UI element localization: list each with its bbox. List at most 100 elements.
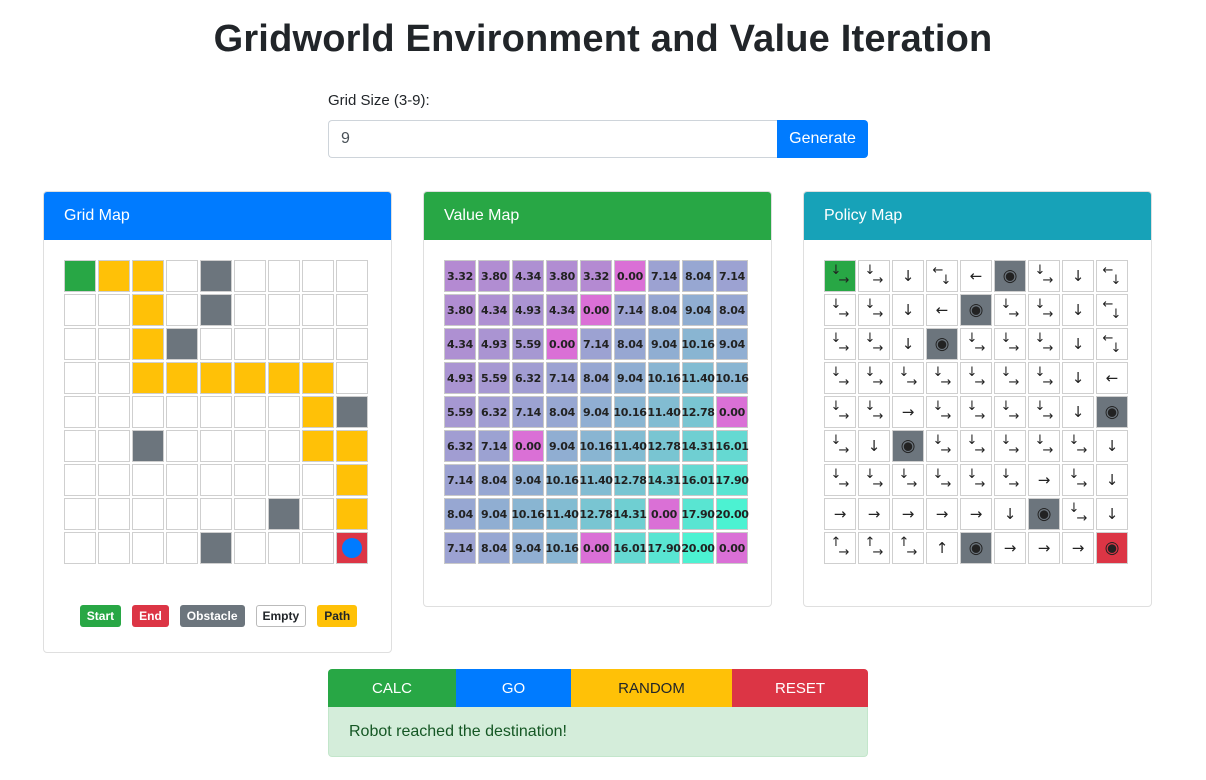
empty-cell[interactable] [302, 260, 334, 292]
obstacle-cell[interactable] [166, 328, 198, 360]
empty-cell[interactable] [336, 328, 368, 360]
empty-cell[interactable] [336, 294, 368, 326]
start-cell[interactable] [64, 260, 96, 292]
empty-cell[interactable] [234, 294, 266, 326]
empty-cell[interactable] [64, 328, 96, 360]
empty-cell[interactable] [200, 430, 232, 462]
empty-cell[interactable] [64, 532, 96, 564]
empty-cell[interactable] [200, 464, 232, 496]
empty-cell[interactable] [268, 396, 300, 428]
obstacle-cell[interactable] [200, 260, 232, 292]
empty-cell[interactable] [302, 328, 334, 360]
grid-size-label: Grid Size (3-9): [328, 92, 430, 109]
empty-cell[interactable] [98, 396, 130, 428]
end-cell[interactable] [336, 532, 368, 564]
path-cell[interactable] [302, 362, 334, 394]
value-cell: 0.00 [580, 294, 612, 326]
empty-cell[interactable] [64, 362, 96, 394]
empty-cell[interactable] [132, 396, 164, 428]
empty-cell[interactable] [234, 464, 266, 496]
empty-cell[interactable] [268, 464, 300, 496]
empty-cell[interactable] [64, 498, 96, 530]
empty-cell[interactable] [98, 294, 130, 326]
grid-size-input[interactable] [328, 120, 778, 158]
path-cell[interactable] [98, 260, 130, 292]
empty-cell[interactable] [64, 294, 96, 326]
path-cell[interactable] [336, 498, 368, 530]
policy-arrows-icon: ↓ → [932, 467, 952, 492]
empty-cell[interactable] [64, 396, 96, 428]
path-cell[interactable] [132, 362, 164, 394]
empty-cell[interactable] [200, 328, 232, 360]
empty-cell[interactable] [302, 532, 334, 564]
policy-cell: ↓ → [824, 464, 856, 496]
page-title: Gridworld Environment and Value Iteratio… [213, 18, 993, 60]
empty-cell[interactable] [234, 396, 266, 428]
empty-cell[interactable] [268, 430, 300, 462]
empty-cell[interactable] [98, 498, 130, 530]
empty-cell[interactable] [64, 464, 96, 496]
path-cell[interactable] [234, 362, 266, 394]
generate-button[interactable]: Generate [777, 120, 868, 158]
empty-cell[interactable] [166, 294, 198, 326]
path-cell[interactable] [166, 362, 198, 394]
empty-cell[interactable] [234, 430, 266, 462]
empty-cell[interactable] [64, 430, 96, 462]
empty-cell[interactable] [166, 260, 198, 292]
policy-map: ↓ → ↓ → ↓ ← ↓ ← ◉ ↓ → ↓ ← ↓ ↓ → ↓ → ↓ ← ◉ ↓ → ↓ → ↓ ← ↓ ↓ → ↓ → ↓ ◉ ↓ → ↓ → ↓ →… [824, 260, 1128, 564]
path-cell[interactable] [336, 464, 368, 496]
path-cell[interactable] [302, 430, 334, 462]
reset-button[interactable]: RESET [732, 669, 868, 707]
empty-cell[interactable] [268, 328, 300, 360]
empty-cell[interactable] [98, 328, 130, 360]
go-button[interactable]: GO [456, 669, 571, 707]
empty-cell[interactable] [302, 294, 334, 326]
empty-cell[interactable] [336, 362, 368, 394]
empty-cell[interactable] [132, 498, 164, 530]
empty-cell[interactable] [98, 362, 130, 394]
obstacle-cell[interactable] [132, 430, 164, 462]
empty-cell[interactable] [234, 498, 266, 530]
policy-arrows-icon: ↑ → [898, 535, 918, 560]
empty-cell[interactable] [268, 532, 300, 564]
obstacle-cell[interactable] [200, 532, 232, 564]
empty-cell[interactable] [166, 430, 198, 462]
empty-cell[interactable] [302, 464, 334, 496]
policy-cell: ↓ → [926, 464, 958, 496]
empty-cell[interactable] [234, 260, 266, 292]
policy-cell: ↓ → [1062, 430, 1094, 462]
value-cell: 5.59 [444, 396, 476, 428]
empty-cell[interactable] [166, 396, 198, 428]
empty-cell[interactable] [234, 532, 266, 564]
empty-cell[interactable] [200, 498, 232, 530]
path-cell[interactable] [132, 294, 164, 326]
path-cell[interactable] [336, 430, 368, 462]
path-cell[interactable] [268, 362, 300, 394]
random-button[interactable]: RANDOM [571, 669, 732, 707]
policy-cell: ↓ → [892, 362, 924, 394]
empty-cell[interactable] [268, 260, 300, 292]
empty-cell[interactable] [166, 464, 198, 496]
policy-cell: ↓ [892, 260, 924, 292]
empty-cell[interactable] [132, 464, 164, 496]
empty-cell[interactable] [132, 532, 164, 564]
empty-cell[interactable] [166, 532, 198, 564]
empty-cell[interactable] [98, 430, 130, 462]
empty-cell[interactable] [234, 328, 266, 360]
path-cell[interactable] [132, 328, 164, 360]
empty-cell[interactable] [268, 294, 300, 326]
empty-cell[interactable] [302, 498, 334, 530]
obstacle-cell[interactable] [200, 294, 232, 326]
obstacle-cell[interactable] [268, 498, 300, 530]
policy-arrows-icon: ↓ → [830, 297, 850, 322]
path-cell[interactable] [302, 396, 334, 428]
path-cell[interactable] [132, 260, 164, 292]
obstacle-cell[interactable] [336, 396, 368, 428]
empty-cell[interactable] [98, 464, 130, 496]
calc-button[interactable]: CALC [328, 669, 456, 707]
empty-cell[interactable] [336, 260, 368, 292]
empty-cell[interactable] [200, 396, 232, 428]
path-cell[interactable] [200, 362, 232, 394]
empty-cell[interactable] [98, 532, 130, 564]
empty-cell[interactable] [166, 498, 198, 530]
